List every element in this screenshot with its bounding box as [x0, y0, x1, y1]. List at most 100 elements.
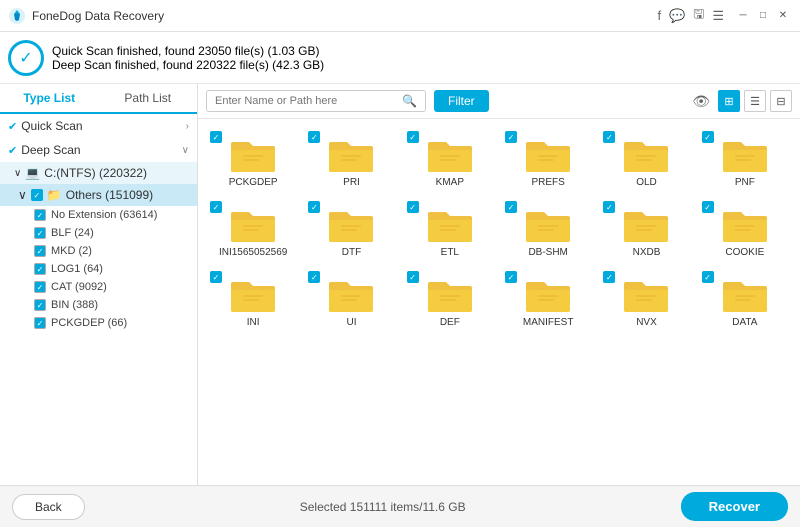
status-info: Selected 151111 items/11.6 GB [300, 500, 466, 514]
child-checkbox-0: ✓ [34, 209, 46, 221]
file-item-2[interactable]: ✓ KMAP [403, 127, 497, 193]
file-checkbox-5: ✓ [702, 131, 714, 143]
tab-path-list[interactable]: Path List [99, 84, 198, 114]
file-label-0: PCKGDEP [229, 177, 278, 188]
recover-button[interactable]: Recover [681, 492, 788, 521]
deep-scan-arrow: ∨ [182, 145, 189, 156]
file-label-14: DEF [440, 317, 460, 328]
file-label-17: DATA [732, 317, 757, 328]
title-bar: FoneDog Data Recovery f 💬 🖫 ☰ ─ □ ✕ [0, 0, 800, 32]
file-item-8[interactable]: ✓ ETL [403, 197, 497, 263]
deep-scan-status: Deep Scan finished, found 220322 file(s)… [52, 58, 790, 72]
sidebar-child-1[interactable]: ✓BLF (24) [0, 224, 197, 242]
file-grid: ✓ PCKGDEP ✓ PRI ✓ [198, 119, 800, 485]
tab-type-list[interactable]: Type List [0, 84, 99, 114]
search-box[interactable]: 🔍 [206, 90, 426, 112]
file-item-7[interactable]: ✓ DTF [304, 197, 398, 263]
child-label-6: PCKGDEP (66) [51, 317, 127, 329]
search-input[interactable] [215, 95, 402, 107]
menu-icon[interactable]: ☰ [712, 8, 724, 24]
sidebar-child-4[interactable]: ✓CAT (9092) [0, 278, 197, 296]
folder-icon-8 [426, 204, 474, 244]
sidebar-quick-scan[interactable]: ✔ Quick Scan › [0, 114, 197, 138]
file-item-12[interactable]: ✓ INI [206, 267, 300, 333]
app-logo [8, 7, 26, 25]
minimize-button[interactable]: ─ [734, 7, 752, 25]
file-label-3: PREFS [531, 177, 564, 188]
file-item-6[interactable]: ✓ INI1565052569 [206, 197, 300, 263]
back-button[interactable]: Back [12, 494, 85, 520]
folder-icon-0 [229, 134, 277, 174]
sidebar-child-5[interactable]: ✓BIN (388) [0, 296, 197, 314]
file-item-0[interactable]: ✓ PCKGDEP [206, 127, 300, 193]
folder-icon-6 [229, 204, 277, 244]
grid-view-button[interactable]: ⊞ [718, 90, 740, 112]
file-item-3[interactable]: ✓ PREFS [501, 127, 595, 193]
list-view-button[interactable]: ☰ [744, 90, 766, 112]
file-item-16[interactable]: ✓ NVX [599, 267, 693, 333]
sidebar-child-2[interactable]: ✓MKD (2) [0, 242, 197, 260]
detail-view-button[interactable]: ⊟ [770, 90, 792, 112]
view-controls: 👁 ⊞ ☰ ⊟ [692, 90, 792, 112]
sidebar: Type List Path List ✔ Quick Scan › ✔ Dee… [0, 84, 198, 485]
main-content: Type List Path List ✔ Quick Scan › ✔ Dee… [0, 84, 800, 485]
drive-expand: ∨ [14, 168, 21, 179]
folder-icon-14 [426, 274, 474, 314]
file-item-1[interactable]: ✓ PRI [304, 127, 398, 193]
filter-button[interactable]: Filter [434, 90, 489, 112]
sidebar-children: ✓No Extension (63614)✓BLF (24)✓MKD (2) ✓ L… [0, 206, 197, 332]
sidebar-child-3[interactable]: ✓ LOG1 (64) [0, 260, 197, 278]
folder-icon-12 [229, 274, 277, 314]
app-title: FoneDog Data Recovery [32, 9, 657, 23]
folder-icon-5 [721, 134, 769, 174]
file-checkbox-17: ✓ [702, 271, 714, 283]
folder-icon-10 [622, 204, 670, 244]
file-item-14[interactable]: ✓ DEF [403, 267, 497, 333]
file-checkbox-0: ✓ [210, 131, 222, 143]
file-checkbox-4: ✓ [603, 131, 615, 143]
file-item-11[interactable]: ✓ COOKIE [698, 197, 792, 263]
sidebar-child-0[interactable]: ✓No Extension (63614) [0, 206, 197, 224]
sidebar-deep-scan[interactable]: ✔ Deep Scan ∨ [0, 138, 197, 162]
child-checkbox-5: ✓ [34, 299, 46, 311]
sidebar-drive[interactable]: ∨ 💻 C:(NTFS) (220322) [0, 162, 197, 184]
sidebar-child-6[interactable]: ✓PCKGDEP (66) [0, 314, 197, 332]
drive-label: C:(NTFS) (220322) [44, 166, 147, 180]
file-checkbox-16: ✓ [603, 271, 615, 283]
close-button[interactable]: ✕ [774, 7, 792, 25]
child-label-3: LOG1 (64) [51, 263, 103, 275]
file-checkbox-2: ✓ [407, 131, 419, 143]
file-label-6: INI1565052569 [219, 247, 287, 258]
quick-scan-status: Quick Scan finished, found 23050 file(s)… [52, 44, 790, 58]
file-checkbox-12: ✓ [210, 271, 222, 283]
quick-scan-check: ✔ [8, 120, 17, 133]
file-item-9[interactable]: ✓ DB-SHM [501, 197, 595, 263]
save-icon[interactable]: 🖫 [693, 5, 704, 27]
file-checkbox-1: ✓ [308, 131, 320, 143]
file-checkbox-15: ✓ [505, 271, 517, 283]
file-label-1: PRI [343, 177, 360, 188]
file-label-15: MANIFEST [523, 317, 574, 328]
sidebar-others[interactable]: ∨ ✓ 📁 Others (151099) [0, 184, 197, 206]
file-label-2: KMAP [436, 177, 464, 188]
quick-scan-label: Quick Scan [21, 119, 185, 133]
maximize-button[interactable]: □ [754, 7, 772, 25]
file-checkbox-10: ✓ [603, 201, 615, 213]
folder-icon-13 [327, 274, 375, 314]
file-item-13[interactable]: ✓ UI [304, 267, 398, 333]
file-checkbox-11: ✓ [702, 201, 714, 213]
facebook-icon[interactable]: f [657, 8, 661, 23]
others-expand: ∨ [18, 188, 27, 202]
file-item-15[interactable]: ✓ MANIFEST [501, 267, 595, 333]
child-checkbox-3: ✓ [34, 263, 46, 275]
eye-icon[interactable]: 👁 [692, 93, 710, 110]
file-item-4[interactable]: ✓ OLD [599, 127, 693, 193]
file-label-12: INI [247, 317, 260, 328]
file-checkbox-7: ✓ [308, 201, 320, 213]
file-item-10[interactable]: ✓ NXDB [599, 197, 693, 263]
child-checkbox-4: ✓ [34, 281, 46, 293]
file-item-5[interactable]: ✓ PNF [698, 127, 792, 193]
file-item-17[interactable]: ✓ DATA [698, 267, 792, 333]
file-label-10: NXDB [633, 247, 661, 258]
chat-icon[interactable]: 💬 [669, 8, 685, 24]
